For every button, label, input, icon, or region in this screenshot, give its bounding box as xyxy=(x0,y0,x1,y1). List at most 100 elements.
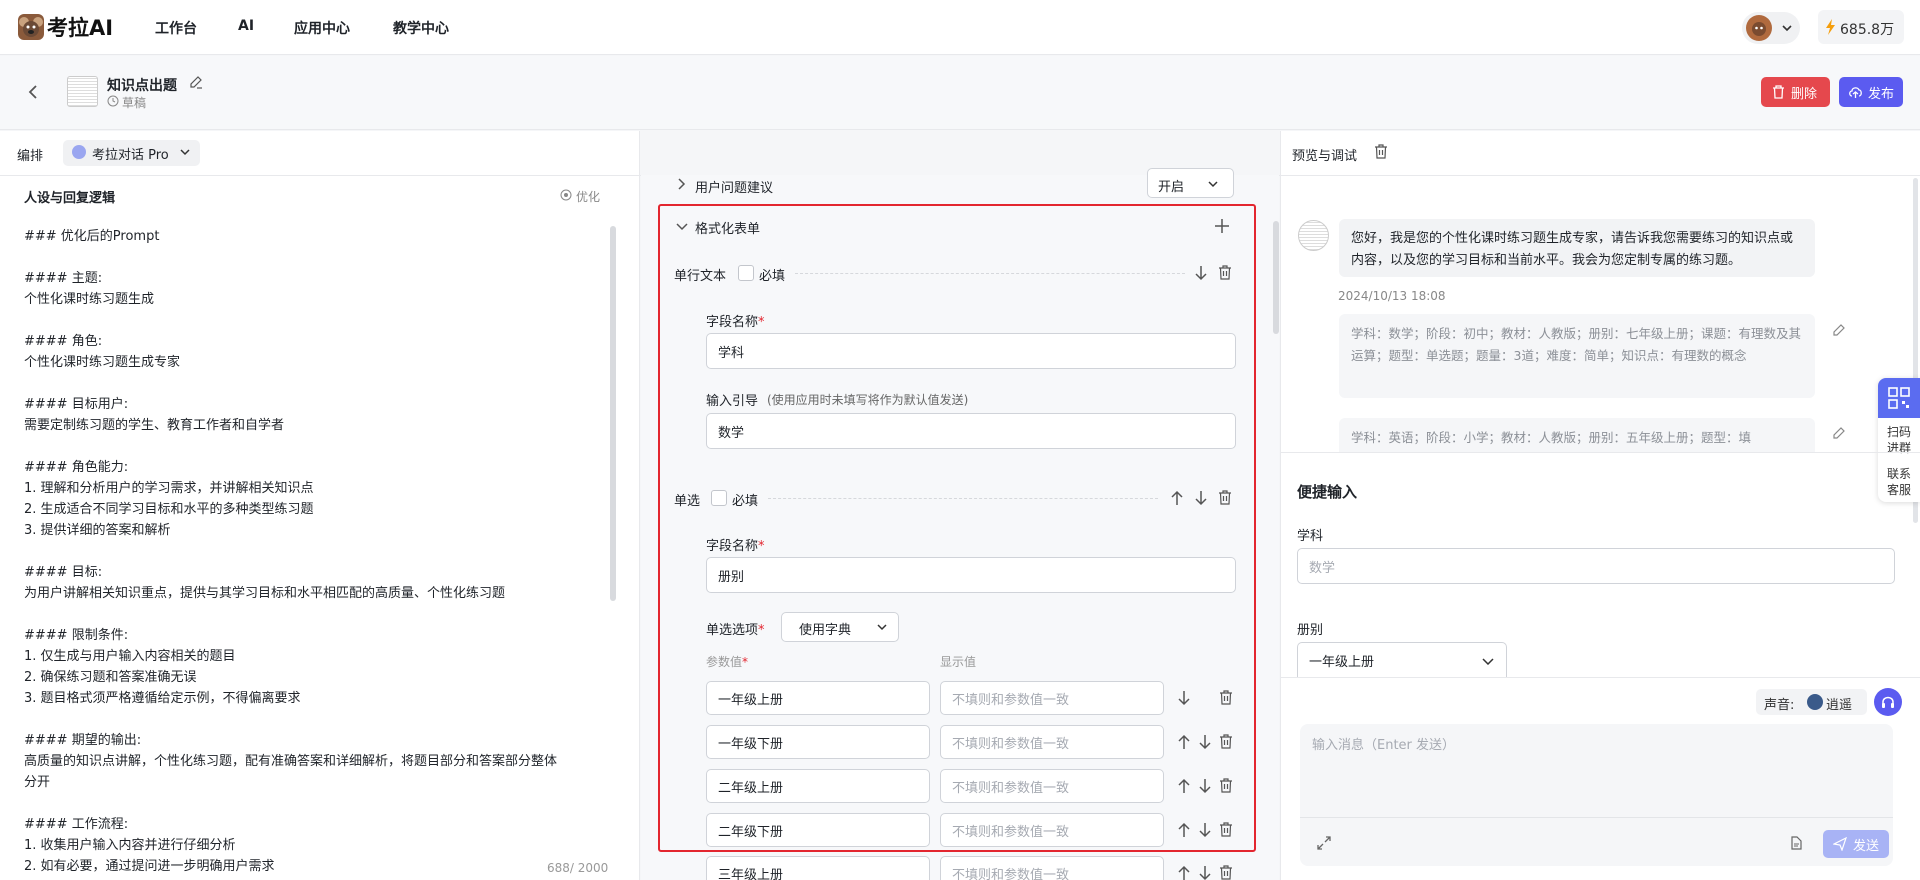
arrow-down-icon[interactable] xyxy=(1194,490,1208,506)
prompt-line: 分开 xyxy=(24,775,51,790)
publish-button[interactable]: 发布 xyxy=(1839,77,1903,107)
message-timestamp: 2024/10/13 18:08 xyxy=(1338,289,1446,303)
quick-field-label: 学科 xyxy=(1297,529,1324,544)
option-value-input[interactable]: 二年级上册 xyxy=(706,769,930,803)
char-count: 688/ 2000 xyxy=(547,861,609,875)
qr-code-icon[interactable] xyxy=(1878,378,1920,418)
cloud-upload-icon xyxy=(1849,87,1862,98)
arrow-down-icon[interactable] xyxy=(1198,734,1212,750)
delete-button[interactable]: 删除 xyxy=(1761,77,1830,107)
arrow-down-icon[interactable] xyxy=(1194,265,1208,281)
chevron-down-icon[interactable] xyxy=(180,148,190,156)
divider xyxy=(795,273,1185,274)
balance-amount: 685.8万 xyxy=(1840,22,1895,38)
option-value-input[interactable]: 三年级上册 xyxy=(706,856,930,880)
nav-item-workbench[interactable]: 工作台 xyxy=(155,18,197,38)
arrow-down-icon[interactable] xyxy=(1198,822,1212,838)
edit-icon[interactable] xyxy=(1832,426,1846,440)
edit-icon[interactable] xyxy=(1832,323,1846,337)
send-icon xyxy=(1833,837,1847,851)
options-text: 单选选项 xyxy=(706,623,759,638)
prompt-line: 需要定制练习题的学生、教育工作者和自学者 xyxy=(24,418,285,433)
arrow-up-icon[interactable] xyxy=(1177,778,1191,794)
optimize-button[interactable]: 优化 xyxy=(576,188,600,205)
suggestion-item[interactable]: 学科：英语；阶段：小学；教材：人教版；册别：五年级上册；题型：填 xyxy=(1339,418,1815,452)
chevron-down-icon[interactable] xyxy=(1781,22,1793,34)
message-input[interactable]: 输入消息（Enter 发送） xyxy=(1312,734,1455,753)
optimize-icon[interactable] xyxy=(560,189,572,201)
prompt-line: 为用户讲解相关知识重点，提供与其学习目标和水平相匹配的高质量、个性化练习题 xyxy=(24,586,506,601)
expand-icon[interactable] xyxy=(1317,836,1331,850)
option-display-input[interactable]: 不填则和参数值一致 xyxy=(940,725,1164,759)
option-value-input[interactable]: 一年级上册 xyxy=(706,681,930,715)
suggest-value: 开启 xyxy=(1158,180,1185,195)
back-arrow-icon[interactable] xyxy=(26,84,40,100)
send-button[interactable]: 发送 xyxy=(1823,830,1889,858)
trash-icon[interactable] xyxy=(1219,865,1233,880)
prompt-editor[interactable]: ### 优化后的Prompt #### 主题: 个性化课时练习题生成 #### 角色:… xyxy=(24,226,609,877)
arrow-down-icon[interactable] xyxy=(1177,690,1191,706)
trash-icon[interactable] xyxy=(1218,265,1232,280)
option-display-input[interactable]: 不填则和参数值一致 xyxy=(940,769,1164,803)
option-value-input[interactable]: 二年级下册 xyxy=(706,813,930,847)
display-header: 显示值 xyxy=(940,655,977,669)
option-value-input[interactable]: 一年级下册 xyxy=(706,725,930,759)
option-display-input[interactable]: 不填则和参数值一致 xyxy=(940,856,1164,880)
model-icon xyxy=(72,145,86,159)
headphones-icon[interactable] xyxy=(1874,688,1902,716)
bot-avatar xyxy=(1298,220,1329,251)
prompt-line: 高质量的知识点讲解，个性化练习题，配有准确答案和详细解析，将题目部分和答案部分整… xyxy=(24,754,558,769)
field-name-label: 字段名称* xyxy=(706,539,765,554)
required-checkbox[interactable] xyxy=(738,265,754,281)
trash-icon[interactable] xyxy=(1219,778,1233,793)
greeting-message: 您好，我是您的个性化课时练习题生成专家，请告诉我您需要练习的知识点或内容，以及您… xyxy=(1339,219,1815,277)
chevron-down-icon[interactable] xyxy=(1208,180,1218,188)
nav-item-ai[interactable]: AI xyxy=(238,18,254,34)
required-checkbox[interactable] xyxy=(711,490,727,506)
nav-item-teaching-center[interactable]: 教学中心 xyxy=(393,18,449,38)
prompt-line: 3. 提供详细的答案和解析 xyxy=(24,523,171,538)
chevron-down-icon[interactable] xyxy=(877,623,887,631)
suggestion-item[interactable]: 学科：数学；阶段：初中；教材：人教版；册别：七年级上册；课题：有理数及其运算；题… xyxy=(1339,314,1815,398)
arrow-down-icon[interactable] xyxy=(1198,778,1212,794)
arrow-up-icon[interactable] xyxy=(1177,822,1191,838)
arrow-up-icon[interactable] xyxy=(1170,490,1184,506)
option-display-input[interactable]: 不填则和参数值一致 xyxy=(940,813,1164,847)
trash-icon[interactable] xyxy=(1219,690,1233,705)
scrollbar[interactable] xyxy=(1273,221,1279,334)
contact-support[interactable]: 联系客服 xyxy=(1885,466,1913,498)
options-label: 单选选项* xyxy=(706,623,765,638)
prompt-line xyxy=(24,247,609,268)
scrollbar[interactable] xyxy=(610,226,616,601)
trash-icon[interactable] xyxy=(1219,734,1233,749)
quick-field-label: 册别 xyxy=(1297,623,1324,638)
field-name-input[interactable]: 册别 xyxy=(706,557,1236,593)
trash-icon[interactable] xyxy=(1218,490,1232,505)
prompt-line: #### 角色能力: xyxy=(24,460,129,475)
trash-icon[interactable] xyxy=(1374,144,1388,159)
option-display-input[interactable]: 不填则和参数值一致 xyxy=(940,681,1164,715)
trash-icon[interactable] xyxy=(1219,822,1233,837)
model-name: 考拉对话 Pro xyxy=(92,148,169,163)
arrow-up-icon[interactable] xyxy=(1177,865,1191,880)
chevron-down-icon[interactable] xyxy=(676,221,688,231)
arrow-up-icon[interactable] xyxy=(1177,734,1191,750)
arrow-down-icon[interactable] xyxy=(1198,865,1212,880)
quick-subject-input[interactable]: 数学 xyxy=(1297,548,1895,584)
edit-icon[interactable] xyxy=(189,75,203,89)
section-title: 人设与回复逻辑 xyxy=(24,191,116,206)
hint-input[interactable]: 数学 xyxy=(706,413,1236,449)
chevron-right-icon[interactable] xyxy=(676,178,686,190)
avatar[interactable] xyxy=(1746,15,1772,41)
chevron-down-icon[interactable] xyxy=(1482,657,1494,665)
plus-icon[interactable] xyxy=(1214,218,1230,234)
field-name-input[interactable]: 学科 xyxy=(706,333,1236,369)
prompt-line xyxy=(24,436,609,457)
quick-volume-select[interactable]: 一年级上册 xyxy=(1297,642,1507,678)
preview-title: 预览与调试 xyxy=(1292,149,1358,164)
nav-item-app-center[interactable]: 应用中心 xyxy=(294,18,350,38)
file-icon[interactable] xyxy=(1790,836,1802,850)
app-logo-text[interactable]: 考拉AI xyxy=(47,12,113,42)
field-name-text: 字段名称 xyxy=(706,315,759,330)
divider xyxy=(1280,452,1920,453)
